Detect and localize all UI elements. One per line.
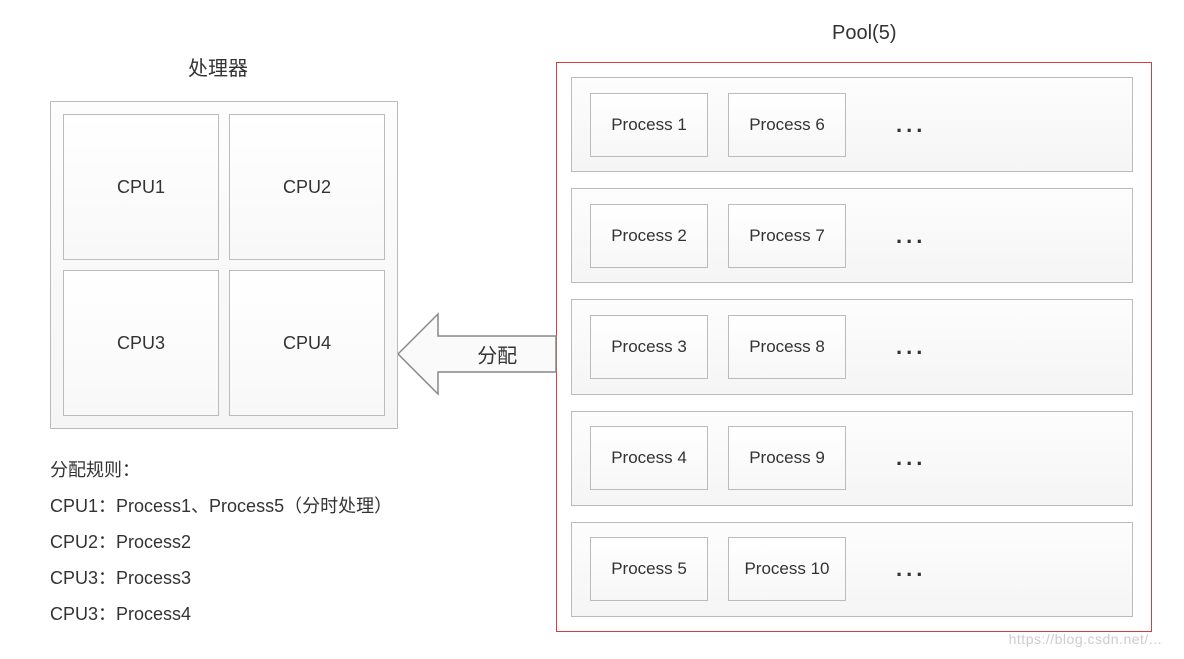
rules-heading: 分配规则： [50,452,392,488]
rules-line: CPU2：Process2 [50,524,392,560]
cpu-cell: CPU3 [63,270,219,416]
process-cell: Process 8 [728,315,846,379]
rules-line: CPU3：Process4 [50,596,392,632]
cpu-container: CPU1 CPU2 CPU3 CPU4 [50,101,398,429]
cpu-cell: CPU2 [229,114,385,260]
pool-slot: Process 2 Process 7 ... [571,188,1133,283]
rules-line: CPU3：Process3 [50,560,392,596]
process-cell: Process 3 [590,315,708,379]
assignment-rules: 分配规则： CPU1：Process1、Process5（分时处理） CPU2：… [50,452,392,632]
rules-line: CPU1：Process1、Process5（分时处理） [50,488,392,524]
process-cell: Process 5 [590,537,708,601]
cpu-cell: CPU1 [63,114,219,260]
pool-section-title: Pool(5) [832,22,896,45]
process-cell: Process 7 [728,204,846,268]
process-cell: Process 6 [728,93,846,157]
ellipsis-icon: ... [896,556,926,582]
ellipsis-icon: ... [896,112,926,138]
ellipsis-icon: ... [896,445,926,471]
cpu-section-title: 处理器 [188,52,248,81]
ellipsis-icon: ... [896,334,926,360]
assignment-arrow: 分配 [398,304,558,404]
arrow-label: 分配 [477,340,517,369]
process-cell: Process 4 [590,426,708,490]
pool-container: Process 1 Process 6 ... Process 2 Proces… [556,62,1152,632]
process-cell: Process 10 [728,537,846,601]
ellipsis-icon: ... [896,223,926,249]
pool-slot: Process 4 Process 9 ... [571,411,1133,506]
cpu-cell: CPU4 [229,270,385,416]
process-cell: Process 1 [590,93,708,157]
process-cell: Process 9 [728,426,846,490]
watermark-text: https://blog.csdn.net/... [1009,631,1162,647]
pool-slot: Process 1 Process 6 ... [571,77,1133,172]
pool-slot: Process 5 Process 10 ... [571,522,1133,617]
process-cell: Process 2 [590,204,708,268]
pool-slot: Process 3 Process 8 ... [571,299,1133,394]
